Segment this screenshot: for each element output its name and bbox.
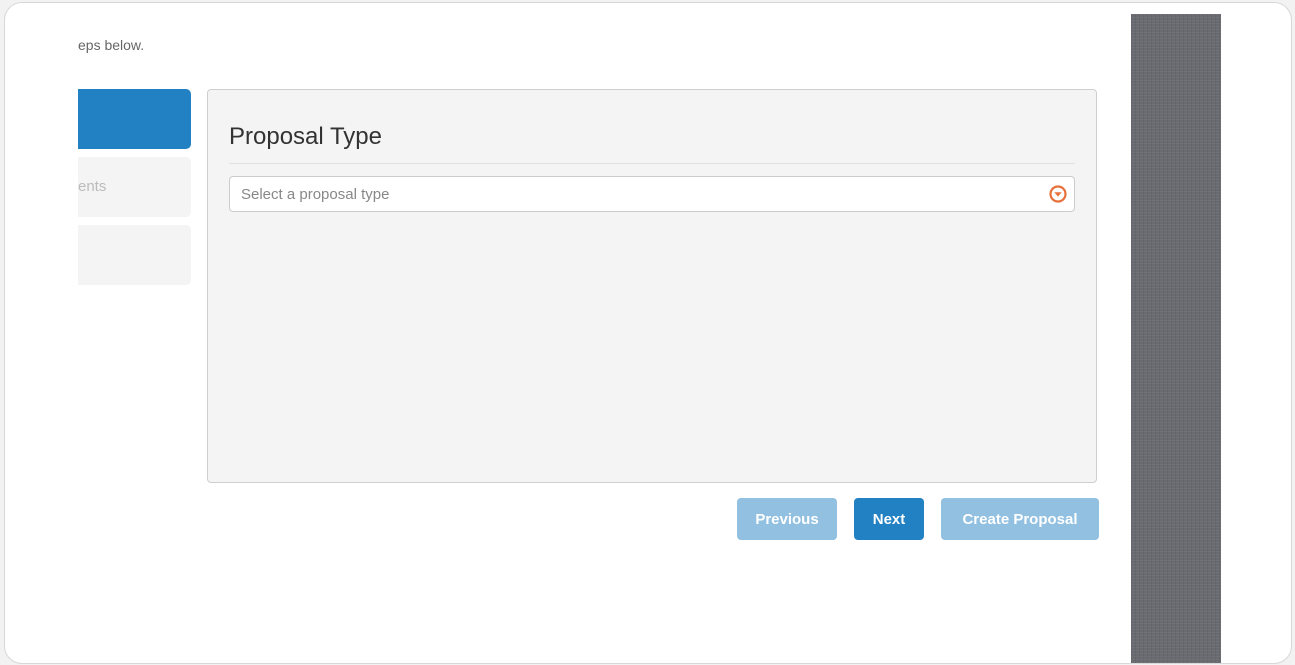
- step-label: ents: [78, 178, 107, 195]
- wizard-window: eps below. ents Proposal Type Select a p…: [4, 2, 1292, 664]
- previous-button[interactable]: Previous: [737, 498, 837, 540]
- step-item-3[interactable]: [78, 225, 191, 285]
- proposal-type-panel: Proposal Type Select a proposal type: [207, 89, 1097, 483]
- intro-text: eps below.: [78, 37, 145, 53]
- next-button[interactable]: Next: [854, 498, 924, 540]
- select-placeholder: Select a proposal type: [241, 186, 390, 203]
- textured-side-panel: [1131, 14, 1221, 663]
- divider: [229, 163, 1075, 164]
- panel-title: Proposal Type: [229, 123, 382, 150]
- chevron-down-circle-icon[interactable]: [1049, 185, 1067, 203]
- step-item-2[interactable]: ents: [78, 157, 191, 217]
- proposal-type-select[interactable]: Select a proposal type: [229, 176, 1075, 212]
- step-item-1[interactable]: [78, 89, 191, 149]
- create-proposal-button[interactable]: Create Proposal: [941, 498, 1099, 540]
